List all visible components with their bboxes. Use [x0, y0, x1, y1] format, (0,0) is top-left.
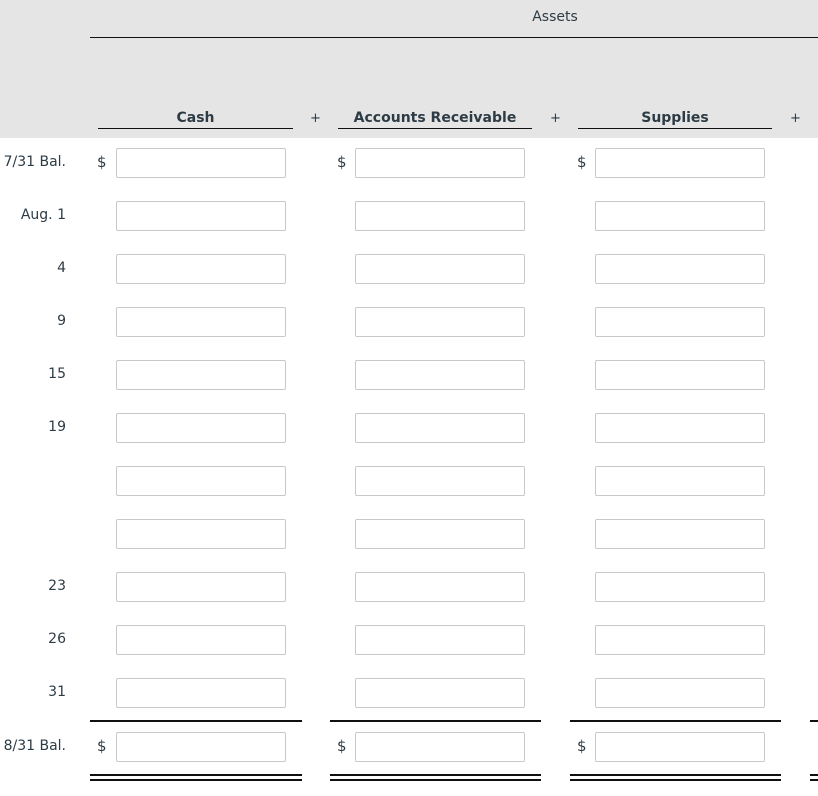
row-cash-input[interactable]	[116, 201, 286, 231]
assets-group-underline	[90, 37, 818, 38]
row-cash-input[interactable]	[116, 413, 286, 443]
row-supplies-input[interactable]	[595, 360, 765, 390]
row-cash-input[interactable]	[116, 678, 286, 708]
row-accounts-receivable-input[interactable]	[355, 625, 525, 655]
dollar-sign: $	[337, 737, 347, 755]
row-label: 23	[48, 578, 66, 594]
assets-group-title: Assets	[532, 9, 578, 25]
table-header: Assets Cash + Accounts Receivable + Supp…	[0, 0, 818, 138]
row-supplies-input[interactable]	[595, 625, 765, 655]
row-cash-input[interactable]	[116, 466, 286, 496]
total-row-cash-input[interactable]	[116, 732, 286, 762]
total-row-label: 8/31 Bal.	[3, 738, 66, 754]
dollar-sign: $	[97, 737, 107, 755]
row-accounts-receivable-input[interactable]	[355, 572, 525, 602]
column-header-accounts-receivable: Accounts Receivable	[338, 108, 532, 129]
row-label: 19	[48, 419, 66, 435]
total-double-underline	[330, 774, 541, 781]
row-supplies-input[interactable]	[595, 307, 765, 337]
row-accounts-receivable-input[interactable]	[355, 360, 525, 390]
row-cash-input[interactable]	[116, 307, 286, 337]
row-supplies-input[interactable]	[595, 254, 765, 284]
column-header-cash: Cash	[98, 108, 293, 129]
subtotal-line	[90, 720, 302, 722]
row-label: 31	[48, 684, 66, 700]
row-supplies-input[interactable]	[595, 466, 765, 496]
dollar-sign: $	[337, 153, 347, 171]
subtotal-line	[570, 720, 781, 722]
plus-operator: +	[790, 111, 801, 126]
plus-operator: +	[550, 111, 561, 126]
row-accounts-receivable-input[interactable]	[355, 413, 525, 443]
subtotal-line	[810, 720, 818, 722]
plus-operator: +	[310, 111, 321, 126]
row-accounts-receivable-input[interactable]	[355, 519, 525, 549]
row-accounts-receivable-input[interactable]	[355, 307, 525, 337]
total-row-supplies-input[interactable]	[595, 732, 765, 762]
row-accounts-receivable-input[interactable]	[355, 466, 525, 496]
row-label: Aug. 1	[20, 207, 66, 223]
row-supplies-input[interactable]	[595, 572, 765, 602]
row-cash-input[interactable]	[116, 625, 286, 655]
column-header-supplies: Supplies	[578, 108, 772, 129]
row-label: 4	[57, 260, 66, 276]
total-double-underline	[570, 774, 781, 781]
row-accounts-receivable-input[interactable]	[355, 201, 525, 231]
row-supplies-input[interactable]	[595, 148, 765, 178]
row-accounts-receivable-input[interactable]	[355, 678, 525, 708]
row-label: 9	[57, 313, 66, 329]
row-label: 7/31 Bal.	[3, 154, 66, 170]
row-label: 26	[48, 631, 66, 647]
row-supplies-input[interactable]	[595, 413, 765, 443]
dollar-sign: $	[97, 153, 107, 171]
row-supplies-input[interactable]	[595, 201, 765, 231]
row-cash-input[interactable]	[116, 254, 286, 284]
row-cash-input[interactable]	[116, 572, 286, 602]
dollar-sign: $	[577, 737, 587, 755]
row-cash-input[interactable]	[116, 360, 286, 390]
total-row-accounts-receivable-input[interactable]	[355, 732, 525, 762]
row-accounts-receivable-input[interactable]	[355, 254, 525, 284]
row-supplies-input[interactable]	[595, 519, 765, 549]
row-supplies-input[interactable]	[595, 678, 765, 708]
row-cash-input[interactable]	[116, 519, 286, 549]
dollar-sign: $	[577, 153, 587, 171]
subtotal-line	[330, 720, 541, 722]
row-accounts-receivable-input[interactable]	[355, 148, 525, 178]
total-double-underline	[810, 774, 818, 781]
row-label: 15	[48, 366, 66, 382]
row-cash-input[interactable]	[116, 148, 286, 178]
total-double-underline	[90, 774, 302, 781]
